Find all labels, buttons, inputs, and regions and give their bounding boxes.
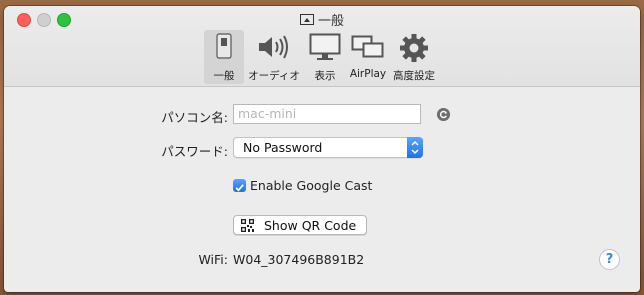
tab-airplay[interactable]: AirPlay bbox=[346, 30, 390, 84]
window-title-icon bbox=[299, 14, 314, 25]
google-cast-label: Enable Google Cast bbox=[250, 178, 373, 193]
question-mark-icon: ? bbox=[605, 252, 614, 267]
window-title-text: 一般 bbox=[317, 14, 344, 29]
tab-audio-label: オーディオ bbox=[248, 70, 300, 82]
preferences-window: 一般 一般 オーディオ 表示 AirPlay 高度設定 パソコン名: mac-m… bbox=[4, 6, 640, 292]
chevron-updown-icon bbox=[407, 137, 423, 158]
display-icon bbox=[309, 33, 341, 60]
google-cast-checkbox[interactable] bbox=[233, 179, 246, 192]
show-qr-code-label: Show QR Code bbox=[264, 218, 357, 233]
show-qr-code-button[interactable]: Show QR Code bbox=[233, 215, 367, 235]
help-button[interactable]: ? bbox=[599, 249, 620, 270]
airplay-screens-icon bbox=[351, 35, 384, 58]
password-label: パスワード: bbox=[161, 144, 228, 159]
tab-airplay-label: AirPlay bbox=[349, 68, 387, 80]
wifi-value: W04_307496B891B2 bbox=[233, 252, 365, 267]
tab-general[interactable]: 一般 bbox=[204, 30, 244, 84]
password-select[interactable]: No Password bbox=[233, 137, 423, 158]
tab-advanced[interactable]: 高度設定 bbox=[391, 30, 437, 84]
tab-general-label: 一般 bbox=[213, 70, 235, 82]
gear-icon bbox=[400, 34, 428, 62]
tab-display-label: 表示 bbox=[314, 70, 336, 82]
password-select-value: No Password bbox=[243, 140, 323, 155]
computer-name-input[interactable]: mac-mini bbox=[233, 104, 421, 124]
wifi-label: WiFi: bbox=[198, 252, 228, 267]
tab-display[interactable]: 表示 bbox=[306, 30, 344, 84]
toolbar: 一般 一般 オーディオ 表示 AirPlay 高度設定 bbox=[4, 6, 640, 87]
window-title: 一般 bbox=[4, 10, 640, 29]
refresh-icon[interactable] bbox=[437, 108, 450, 121]
qr-code-icon bbox=[241, 219, 254, 232]
checkmark-icon bbox=[235, 184, 244, 192]
computer-name-label: パソコン名: bbox=[161, 110, 228, 125]
switch-icon bbox=[216, 33, 232, 59]
tab-advanced-label: 高度設定 bbox=[393, 70, 435, 82]
speaker-icon bbox=[259, 35, 288, 59]
tab-audio[interactable]: オーディオ bbox=[246, 30, 302, 84]
